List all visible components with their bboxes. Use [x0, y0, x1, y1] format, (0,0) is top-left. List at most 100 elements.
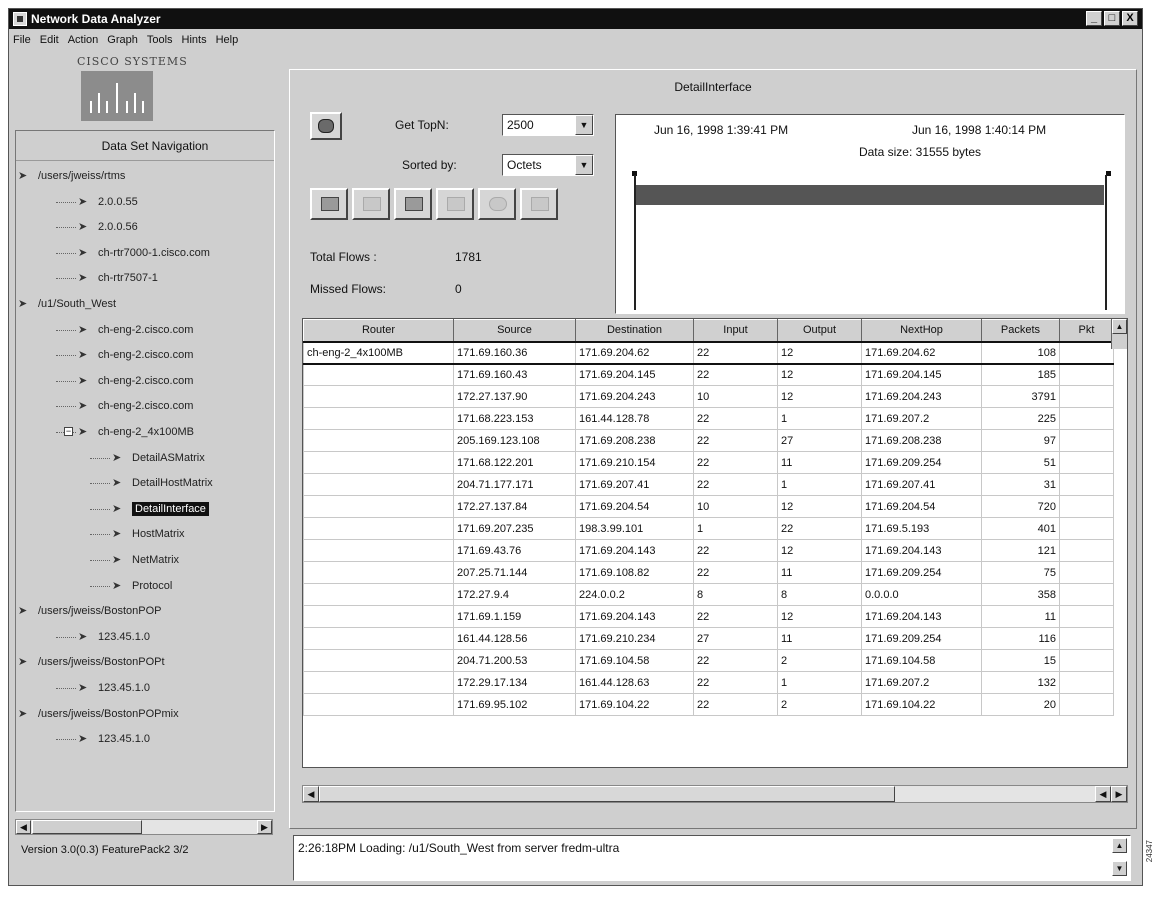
scroll-thumb[interactable] [32, 820, 142, 834]
scroll-left-arrow-icon[interactable]: ◀ [16, 820, 31, 834]
scroll-up-arrow-icon[interactable]: ▲ [1112, 838, 1127, 853]
table-cell: 10 [693, 385, 778, 408]
menu-bar: File Edit Action Graph Tools Hints Help [9, 30, 1142, 50]
tree-item[interactable]: ➤ NetMatrix [112, 549, 179, 571]
graph-button[interactable] [310, 112, 342, 140]
table-row[interactable]: 171.68.122.201 171.69.210.154 22 11 171.69.2… [303, 451, 1114, 474]
tree-item[interactable]: ➤ ch-eng-2_4x100MB [78, 421, 194, 443]
sorted-by-select[interactable]: Octets ▼ [502, 154, 594, 176]
table-cell: 171.69.104.22 [575, 693, 694, 716]
menu-graph[interactable]: Graph [107, 34, 138, 46]
table-vertical-scrollbar[interactable]: ▲ [1111, 319, 1127, 349]
tree-item[interactable]: ➤ ch-rtr7000-1.cisco.com [78, 242, 210, 264]
table-row[interactable]: 172.29.17.134 161.44.128.63 22 1 171.69.207.… [303, 671, 1114, 694]
minimize-button[interactable]: _ [1086, 11, 1102, 26]
maximize-button[interactable]: □ [1104, 11, 1120, 26]
table-cell: 172.27.9.4 [453, 583, 576, 606]
table-row[interactable]: 172.27.9.4 224.0.0.2 8 8 0.0.0.0 358 [303, 583, 1114, 606]
tree-item[interactable]: ➤ /users/jweiss/BostonPOPmix [18, 703, 179, 725]
app-icon[interactable] [13, 12, 27, 26]
table-cell: 11 [777, 451, 862, 474]
tree-item[interactable]: ➤ 2.0.0.56 [78, 216, 138, 238]
table-row[interactable]: 161.44.128.56 171.69.210.234 27 11 171.69.20… [303, 627, 1114, 650]
menu-hints[interactable]: Hints [182, 34, 207, 46]
table-row[interactable]: 172.27.137.90 171.69.204.243 10 12 171.69.20… [303, 385, 1114, 408]
table-row[interactable]: 171.69.207.235 198.3.99.101 1 22 171.69.5.19… [303, 517, 1114, 540]
tree-item[interactable]: ➤ DetailASMatrix [112, 447, 205, 469]
tree-item[interactable]: ➤ DetailInterface [112, 498, 209, 520]
missed-flows-label: Missed Flows: [310, 282, 387, 296]
tree-item[interactable]: ➤ ch-eng-2.cisco.com [78, 395, 193, 417]
nav-horizontal-scrollbar[interactable]: ◀ ▶ [15, 819, 273, 835]
tree-item[interactable]: ➤ /u1/South_West [18, 293, 116, 315]
scroll-left-arrow-icon[interactable]: ◀ [303, 786, 319, 802]
table-cell: 172.29.17.134 [453, 671, 576, 694]
table-row[interactable]: 207.25.71.144 171.69.108.82 22 11 171.69.209… [303, 561, 1114, 584]
table-cell [303, 605, 454, 628]
scroll-left-arrow-icon[interactable]: ◀ [1095, 786, 1111, 802]
tree-item[interactable]: ➤ 123.45.1.0 [78, 626, 150, 648]
table-row[interactable]: 171.69.160.43 171.69.204.145 22 12 171.69.20… [303, 363, 1114, 386]
scroll-up-arrow-icon[interactable]: ▲ [1112, 319, 1127, 334]
chevron-down-icon[interactable]: ▼ [575, 155, 593, 175]
notes-tool-button[interactable] [520, 188, 558, 220]
column-header[interactable]: Pkt [1059, 319, 1114, 342]
menu-edit[interactable]: Edit [40, 34, 59, 46]
menu-help[interactable]: Help [216, 34, 239, 46]
table-row[interactable]: 204.71.200.53 171.69.104.58 22 2 171.69.104.… [303, 649, 1114, 672]
get-topn-select[interactable]: 2500 ▼ [502, 114, 594, 136]
column-header[interactable]: Output [777, 319, 862, 342]
tree-item[interactable]: ➤ ch-rtr7507-1 [78, 267, 158, 289]
tree-item[interactable]: ➤ DetailHostMatrix [112, 472, 213, 494]
status-scrollbar[interactable]: ▲ ▼ [1112, 838, 1128, 878]
sorted-by-label: Sorted by: [402, 158, 457, 172]
column-header[interactable]: Input [693, 319, 778, 342]
disk-tool-button[interactable] [478, 188, 516, 220]
table-row[interactable]: 171.69.1.159 171.69.204.143 22 12 171.69.204… [303, 605, 1114, 628]
window-controls: _ □ X [1086, 11, 1138, 26]
column-header[interactable]: Destination [575, 319, 694, 342]
table-cell [1059, 517, 1114, 540]
table-cell [303, 693, 454, 716]
report-tool-button[interactable] [394, 188, 432, 220]
column-header[interactable]: NextHop [861, 319, 982, 342]
time-range-graph[interactable]: Jun 16, 1998 1:39:41 PM Jun 16, 1998 1:4… [615, 114, 1125, 314]
tree-item[interactable]: ➤ /users/jweiss/BostonPOP [18, 600, 162, 622]
tree-item[interactable]: ➤ 2.0.0.55 [78, 191, 138, 213]
column-header[interactable]: Packets [981, 319, 1060, 342]
cube-tool-button[interactable] [352, 188, 390, 220]
tree-item[interactable]: ➤ 123.45.1.0 [78, 728, 150, 750]
table-horizontal-scrollbar[interactable]: ◀ ◀ ▶ [302, 785, 1128, 803]
close-button[interactable]: X [1122, 11, 1138, 26]
scroll-thumb[interactable] [319, 786, 895, 802]
column-header[interactable]: Router [303, 319, 454, 342]
menu-tools[interactable]: Tools [147, 34, 173, 46]
scroll-down-arrow-icon[interactable]: ▼ [1112, 861, 1127, 876]
tree-item[interactable]: ➤ /users/jweiss/BostonPOPt [18, 651, 165, 673]
table-row[interactable]: ch-eng-2_4x100MB 171.69.160.36 171.69.204.… [303, 340, 1114, 365]
connect-tool-button[interactable] [310, 188, 348, 220]
menu-file[interactable]: File [13, 34, 31, 46]
table-row[interactable]: 205.169.123.108 171.69.208.238 22 27 171.69.… [303, 429, 1114, 452]
tree-item[interactable]: ➤ Protocol [112, 575, 172, 597]
page-tool-button[interactable] [436, 188, 474, 220]
table-row[interactable]: 204.71.177.171 171.69.207.41 22 1 171.69.207… [303, 473, 1114, 496]
tree-item[interactable]: ➤ 123.45.1.0 [78, 677, 150, 699]
tree-item[interactable]: ➤ ch-eng-2.cisco.com [78, 370, 193, 392]
table-row[interactable]: 172.27.137.84 171.69.204.54 10 12 171.69.204… [303, 495, 1114, 518]
menu-action[interactable]: Action [68, 34, 99, 46]
tree-item[interactable]: ➤ ch-eng-2.cisco.com [78, 319, 193, 341]
chevron-down-icon[interactable]: ▼ [575, 115, 593, 135]
column-header[interactable]: Source [453, 319, 576, 342]
table-row[interactable]: 171.69.95.102 171.69.104.22 22 2 171.69.104.… [303, 693, 1114, 716]
tree-item[interactable]: ➤ /users/jweiss/rtms [18, 165, 125, 187]
tree-item[interactable]: ➤ HostMatrix [112, 523, 185, 545]
table-row[interactable]: 171.69.43.76 171.69.204.143 22 12 171.69.204… [303, 539, 1114, 562]
table-cell: 171.69.1.159 [453, 605, 576, 628]
scroll-right-arrow-icon[interactable]: ▶ [1111, 786, 1127, 802]
scroll-right-arrow-icon[interactable]: ▶ [257, 820, 272, 834]
collapse-icon[interactable]: − [64, 427, 73, 436]
tree-item[interactable]: ➤ ch-eng-2.cisco.com [78, 344, 193, 366]
table-cell: 12 [777, 495, 862, 518]
table-row[interactable]: 171.68.223.153 161.44.128.78 22 1 171.69.207… [303, 407, 1114, 430]
